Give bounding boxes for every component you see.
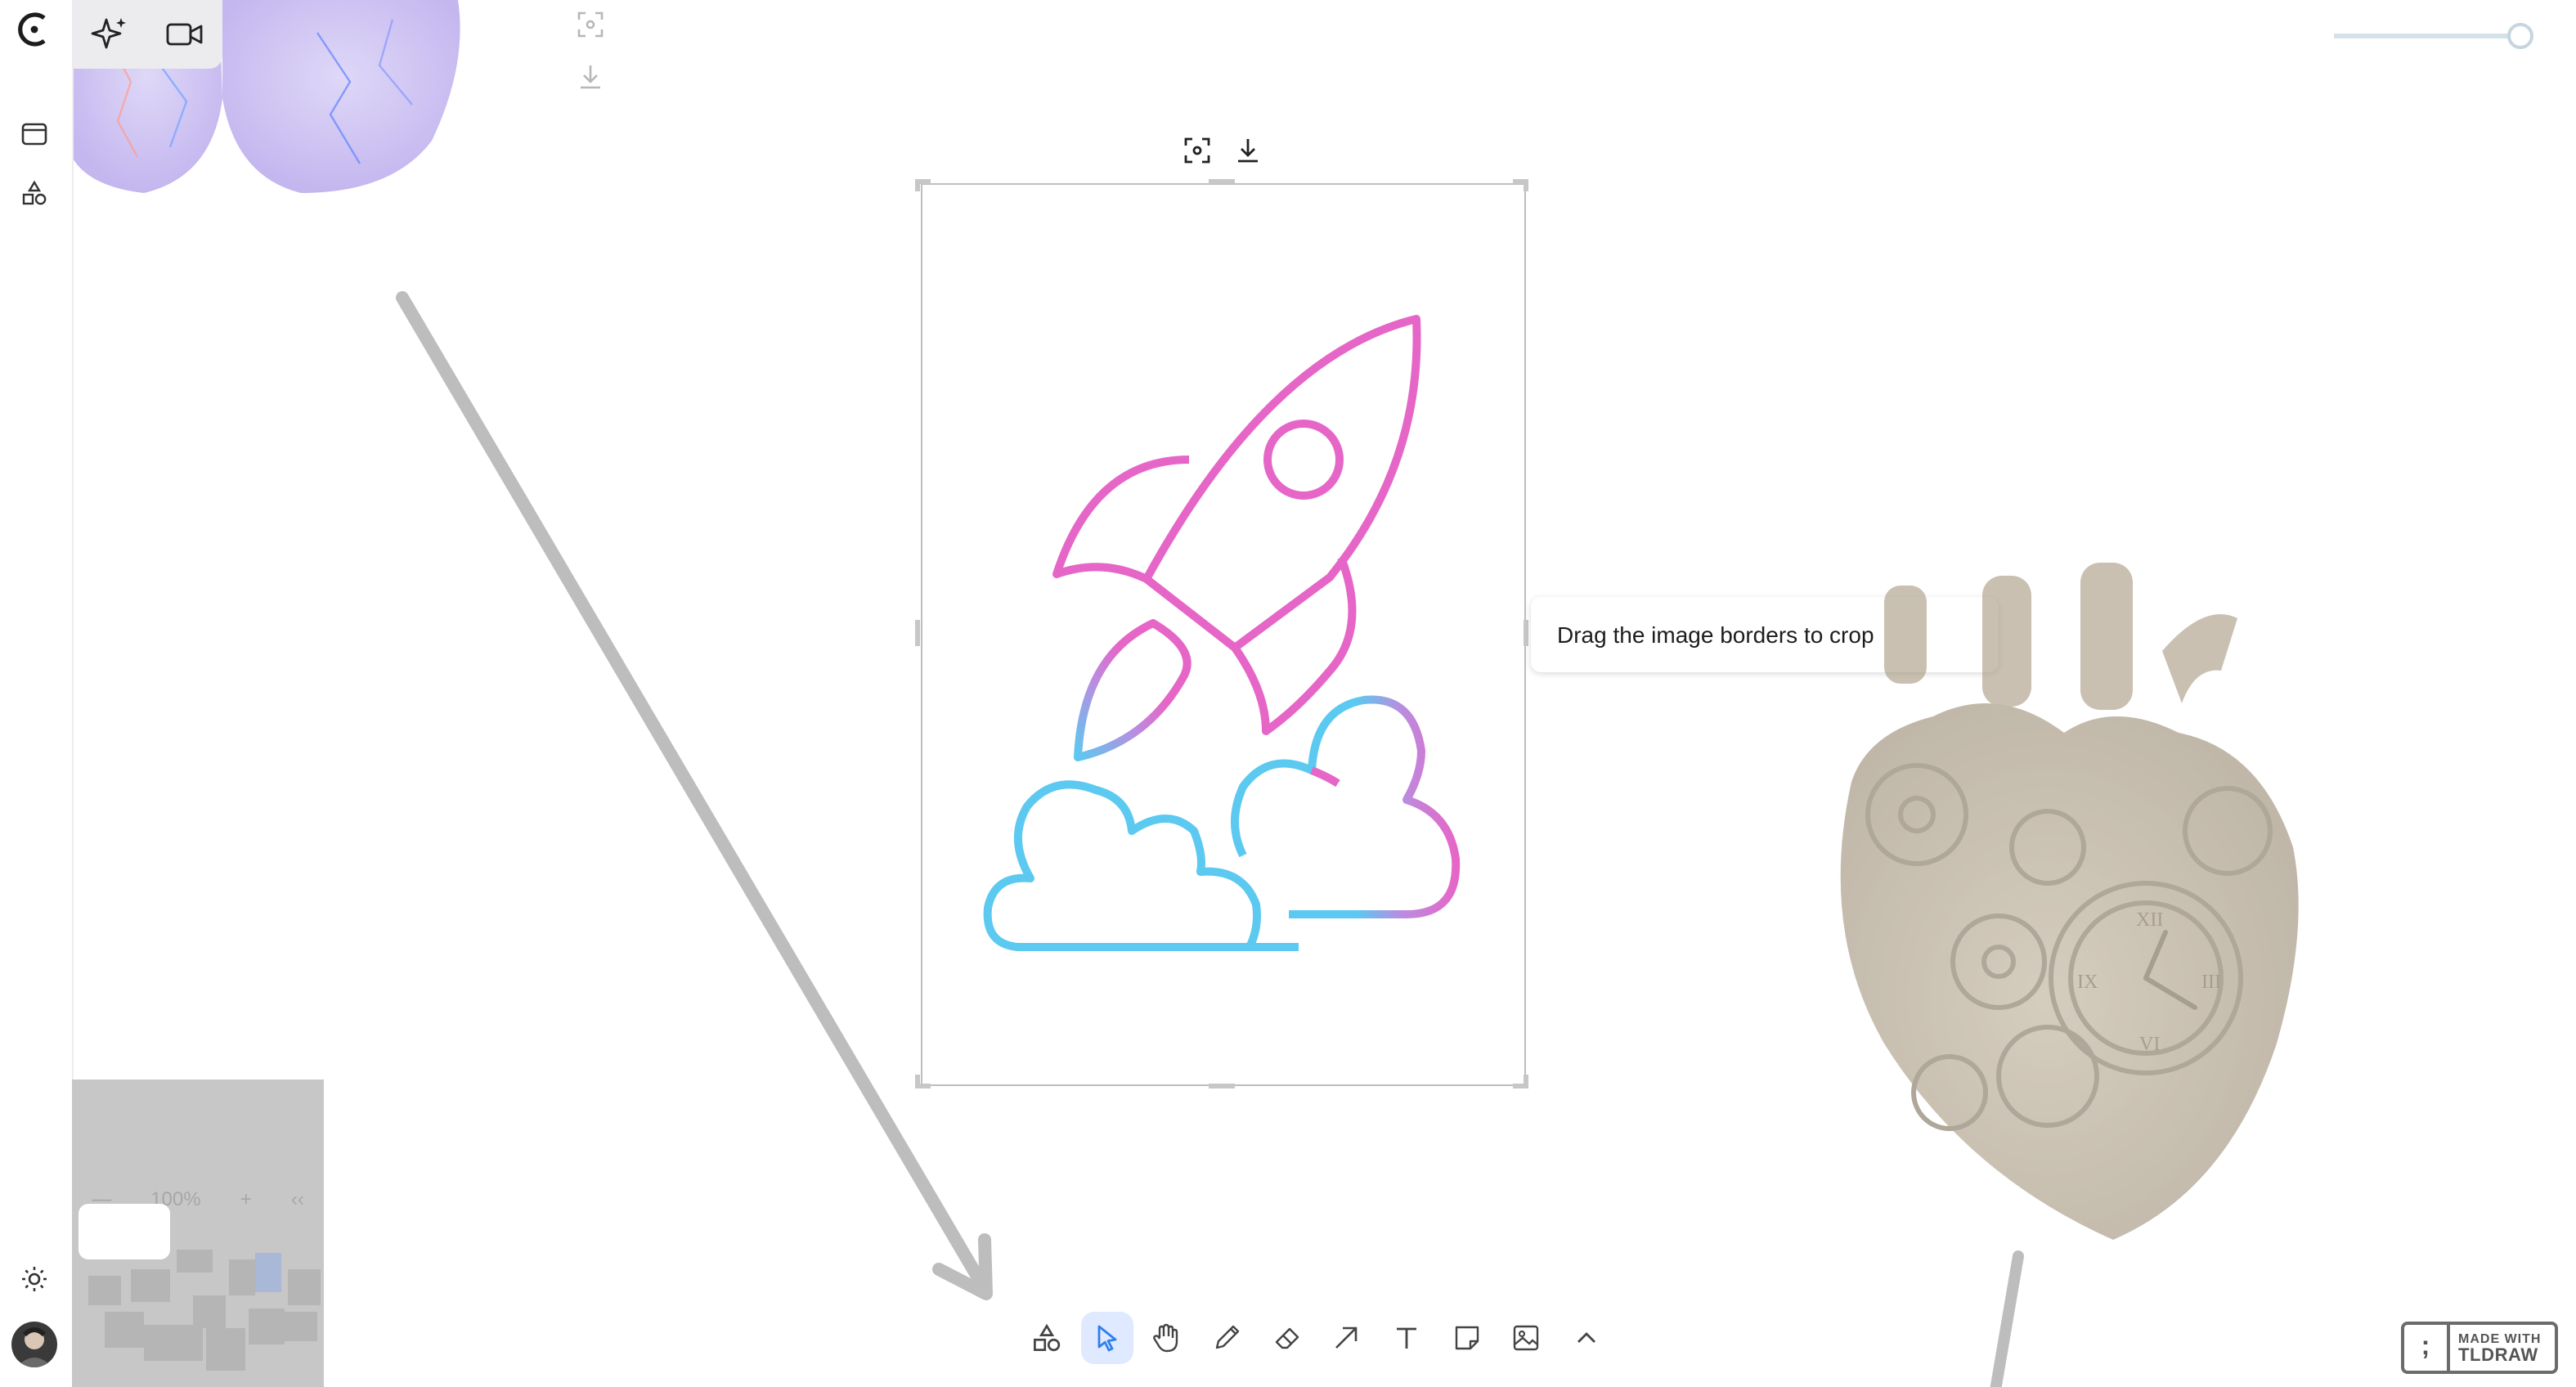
tool-select[interactable]	[1080, 1312, 1133, 1364]
tool-eraser[interactable]	[1260, 1312, 1313, 1364]
download-icon[interactable]	[1236, 137, 1259, 164]
svg-text:III: III	[2201, 972, 2221, 993]
focus-icon[interactable]	[577, 11, 604, 38]
theme-sun-icon[interactable]	[16, 1261, 52, 1297]
bottom-toolbar	[1021, 1308, 1613, 1367]
svg-text:IX: IX	[2077, 972, 2098, 993]
sparkle-icon	[91, 18, 126, 49]
crop-handles[interactable]	[914, 175, 1536, 1094]
sparkle-ai-button[interactable]	[87, 11, 132, 57]
tool-text[interactable]	[1380, 1312, 1433, 1364]
note-icon	[1454, 1326, 1479, 1350]
canvas[interactable]: Drag the image borders to crop XII III V…	[0, 0, 2576, 1387]
zoom-slider[interactable]	[2334, 21, 2537, 51]
avatar[interactable]	[11, 1322, 57, 1367]
chevron-up-icon	[1577, 1332, 1595, 1343]
tool-more[interactable]	[1560, 1312, 1613, 1364]
svg-text:XII: XII	[2136, 909, 2163, 931]
text-icon	[1396, 1327, 1416, 1349]
app-logo-icon[interactable]	[16, 11, 52, 47]
tool-hand[interactable]	[1141, 1312, 1193, 1364]
shapes-icon	[1034, 1323, 1061, 1352]
pencil-icon	[1215, 1325, 1240, 1349]
download-icon[interactable]	[579, 64, 602, 90]
tool-shapes[interactable]	[1021, 1312, 1073, 1364]
made-with-tldraw-badge[interactable]: ; MADE WITH TLDRAW	[2401, 1322, 2558, 1374]
image-icon	[1514, 1325, 1539, 1351]
video-camera-icon	[166, 23, 203, 46]
focus-icon[interactable]	[1184, 137, 1210, 164]
arrow-shape-partial[interactable]	[1972, 1243, 2038, 1387]
watermark-line1: MADE WITH	[2458, 1331, 2542, 1346]
steampunk-heart-image[interactable]: XII III VI IX	[1819, 553, 2375, 1248]
eraser-icon	[1275, 1327, 1299, 1349]
minimap-overlay	[72, 1080, 324, 1387]
top-tools	[72, 0, 222, 69]
cursor-icon	[1097, 1325, 1116, 1352]
left-sidebar	[0, 0, 74, 1387]
tool-arrow[interactable]	[1321, 1312, 1373, 1364]
tool-draw[interactable]	[1200, 1312, 1253, 1364]
browser-window-icon[interactable]	[16, 116, 52, 152]
tldraw-logo-icon: ;	[2404, 1325, 2450, 1371]
watermark-line2: TLDRAW	[2458, 1346, 2538, 1366]
video-button[interactable]	[162, 11, 208, 57]
hand-icon	[1153, 1323, 1178, 1353]
zoom-slider-thumb	[2507, 23, 2533, 49]
shapes-icon[interactable]	[16, 175, 52, 211]
tool-note[interactable]	[1440, 1312, 1492, 1364]
arrow-icon	[1335, 1326, 1358, 1349]
svg-text:VI: VI	[2139, 1034, 2160, 1055]
tool-image[interactable]	[1501, 1312, 1553, 1364]
